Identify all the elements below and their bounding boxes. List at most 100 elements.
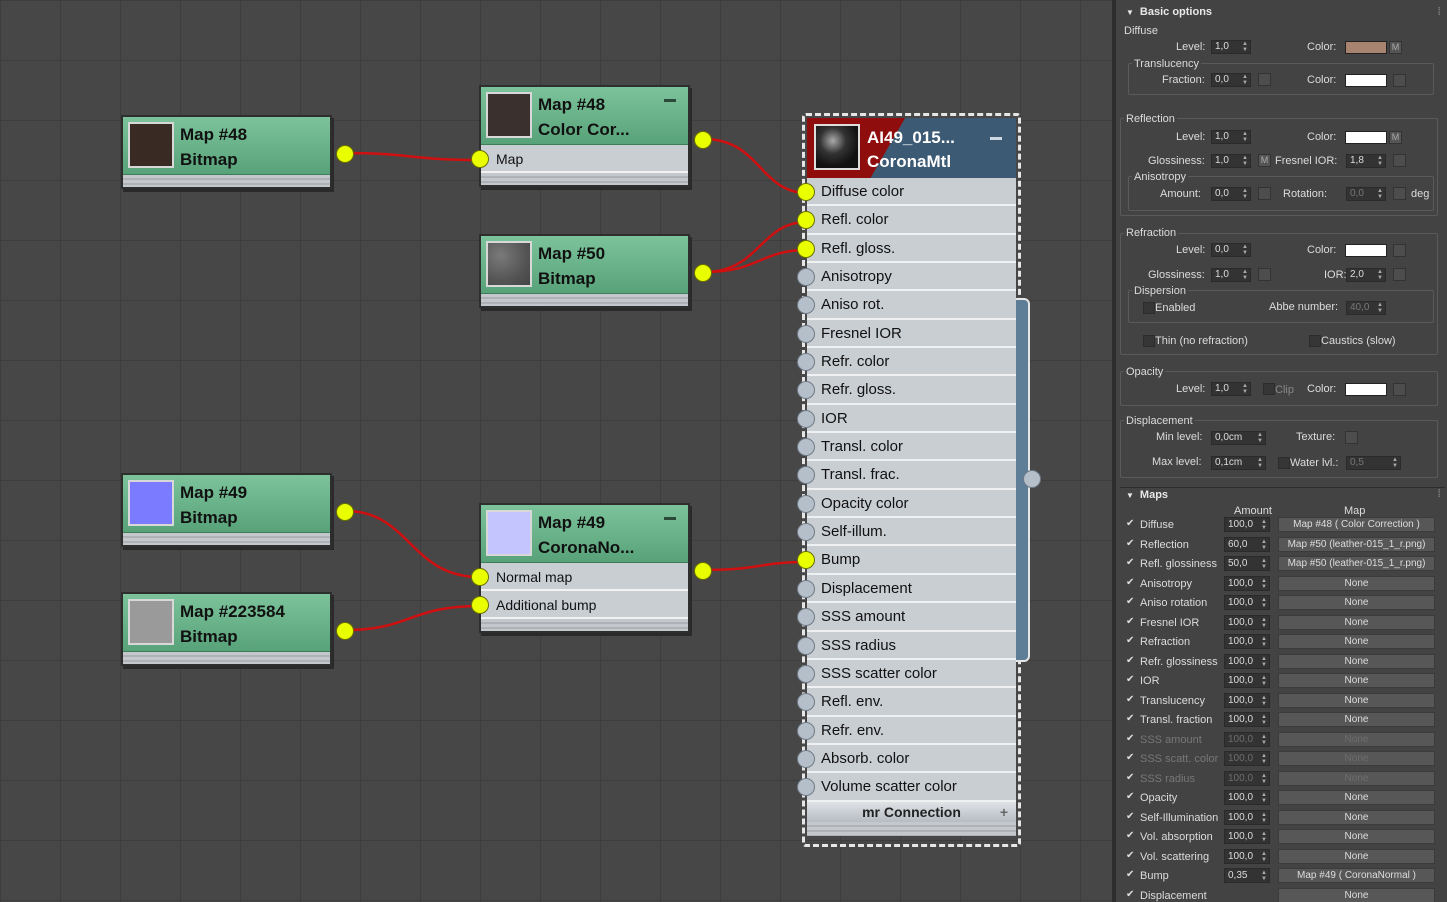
spinner-arrows-icon[interactable]: ▲ ▼: [1261, 812, 1267, 824]
opacity-map-button[interactable]: [1393, 383, 1406, 396]
material-slot[interactable]: Aniso rot.: [797, 291, 1016, 320]
map-slot-button[interactable]: None: [1278, 848, 1435, 864]
clip-checkbox[interactable]: [1263, 383, 1275, 395]
output-socket[interactable]: [694, 264, 712, 282]
map-slot-button[interactable]: None: [1278, 614, 1435, 630]
water-level-checkbox[interactable]: [1278, 457, 1290, 469]
spinner-arrows-icon[interactable]: ▲ ▼: [1261, 831, 1267, 843]
map-amount-spinner[interactable]: 60,0 ▲ ▼: [1224, 536, 1270, 552]
input-socket[interactable]: [471, 568, 489, 586]
material-slot[interactable]: Fresnel IOR: [797, 320, 1016, 349]
refraction-color-map-button[interactable]: [1393, 244, 1406, 257]
map-amount-spinner[interactable]: 50,0 ▲ ▼: [1224, 556, 1270, 571]
enable-checkbox[interactable]: ✔: [1126, 772, 1134, 783]
material-slot[interactable]: Volume scatter color: [797, 773, 1016, 802]
enable-checkbox[interactable]: ✔: [1126, 635, 1134, 646]
translucency-color-swatch[interactable]: [1345, 74, 1387, 87]
material-slot[interactable]: Anisotropy: [797, 263, 1016, 292]
expand-icon[interactable]: +: [1000, 802, 1008, 822]
map-amount-spinner[interactable]: 100,0 ▲ ▼: [1224, 692, 1270, 708]
spinner-arrows-icon[interactable]: ▲ ▼: [1242, 269, 1248, 281]
abbe-number-spinner[interactable]: 40,0 ▲ ▼: [1346, 301, 1386, 315]
map-amount-spinner[interactable]: 100,0 ▲ ▼: [1224, 575, 1270, 591]
input-socket[interactable]: [471, 150, 489, 168]
map-amount-spinner[interactable]: 100,0 ▲ ▼: [1224, 809, 1270, 825]
material-slot[interactable]: Displacement: [797, 575, 1016, 604]
enable-checkbox[interactable]: ✔: [1126, 733, 1134, 744]
input-socket[interactable]: [797, 608, 815, 627]
spinner-arrows-icon[interactable]: ▲ ▼: [1261, 851, 1267, 863]
enable-checkbox[interactable]: ✔: [1126, 811, 1134, 822]
rotation-map-button[interactable]: [1393, 187, 1406, 200]
enable-checkbox[interactable]: ✔: [1126, 655, 1134, 666]
material-slot[interactable]: Refr. color: [797, 348, 1016, 377]
displacement-min-spinner[interactable]: 0,0cm ▲ ▼: [1211, 431, 1266, 445]
input-socket[interactable]: [797, 523, 815, 542]
diffuse-level-spinner[interactable]: 1,0 ▲ ▼: [1211, 40, 1251, 54]
input-socket[interactable]: [797, 551, 815, 570]
map-amount-spinner[interactable]: 100,0 ▲ ▼: [1224, 751, 1270, 766]
spinner-arrows-icon[interactable]: ▲ ▼: [1261, 539, 1267, 551]
spinner-arrows-icon[interactable]: ▲ ▼: [1377, 155, 1383, 167]
ior-spinner[interactable]: 2,0 ▲ ▼: [1346, 268, 1386, 282]
fresnel-ior-spinner[interactable]: 1,8 ▲ ▼: [1346, 154, 1386, 168]
spinner-arrows-icon[interactable]: ▲ ▼: [1261, 753, 1267, 765]
displacement-max-spinner[interactable]: 0,1cm ▲ ▼: [1211, 456, 1266, 470]
map-slot-button[interactable]: None: [1278, 692, 1435, 708]
mr-connection-bar[interactable]: mr Connection +: [807, 801, 1016, 822]
spinner-arrows-icon[interactable]: ▲ ▼: [1257, 432, 1263, 444]
collapse-icon[interactable]: [664, 517, 676, 520]
map-slot-button[interactable]: None: [1278, 673, 1435, 688]
spinner-arrows-icon[interactable]: ▲ ▼: [1377, 302, 1383, 314]
output-socket[interactable]: [694, 131, 712, 149]
map-amount-spinner[interactable]: 100,0 ▲ ▼: [1224, 614, 1270, 630]
map-slot-button[interactable]: None: [1278, 595, 1435, 610]
spinner-arrows-icon[interactable]: ▲ ▼: [1261, 714, 1267, 726]
node-map48-bitmap[interactable]: Map #48 Bitmap: [121, 115, 354, 189]
map-slot-button[interactable]: None: [1278, 575, 1435, 591]
map-slot-button[interactable]: None: [1278, 790, 1435, 805]
enable-checkbox[interactable]: ✔: [1126, 752, 1134, 763]
refraction-level-spinner[interactable]: 0,0 ▲ ▼: [1211, 243, 1251, 257]
material-slot[interactable]: Refl. gloss.: [797, 235, 1016, 264]
input-socket[interactable]: [797, 494, 815, 513]
material-output-socket[interactable]: [1023, 470, 1041, 488]
material-slot[interactable]: Diffuse color: [797, 178, 1016, 207]
anisotropy-map-button[interactable]: [1258, 187, 1271, 200]
collapse-icon[interactable]: [990, 137, 1002, 140]
drag-handle-icon[interactable]: ⁞: [1437, 488, 1441, 500]
map-amount-spinner[interactable]: 100,0 ▲ ▼: [1224, 770, 1270, 786]
material-slot[interactable]: Self-illum.: [797, 518, 1016, 547]
collapse-icon[interactable]: [664, 99, 676, 102]
input-socket[interactable]: [471, 596, 489, 614]
caustics-checkbox[interactable]: [1309, 335, 1321, 347]
refraction-glossiness-spinner[interactable]: 1,0 ▲ ▼: [1211, 268, 1251, 282]
output-socket[interactable]: [694, 562, 712, 580]
enable-checkbox[interactable]: ✔: [1126, 518, 1134, 529]
enable-checkbox[interactable]: ✔: [1126, 557, 1134, 568]
map-amount-spinner[interactable]: 100,0 ▲ ▼: [1224, 731, 1270, 747]
input-socket[interactable]: [797, 749, 815, 768]
map-slot-button[interactable]: None: [1278, 770, 1435, 786]
ior-map-button[interactable]: [1393, 268, 1406, 281]
node-corona-material[interactable]: AI49_015... CoronaMtl Diffuse color Refl.…: [797, 113, 1041, 847]
map-amount-spinner[interactable]: 100,0 ▲ ▼: [1224, 653, 1270, 669]
anisotropy-amount-spinner[interactable]: 0,0 ▲ ▼: [1211, 187, 1251, 201]
enable-checkbox[interactable]: ✔: [1126, 889, 1134, 900]
drag-handle-icon[interactable]: ⁞: [1437, 6, 1441, 18]
map-amount-spinner[interactable]: 100,0 ▲ ▼: [1224, 517, 1270, 532]
map-slot-button[interactable]: None: [1278, 829, 1435, 844]
map-slot-button[interactable]: None: [1278, 751, 1435, 766]
slot-map[interactable]: Map: [471, 145, 688, 173]
spinner-arrows-icon[interactable]: ▲ ▼: [1242, 41, 1248, 53]
diffuse-map-button[interactable]: M: [1389, 41, 1402, 54]
map-amount-spinner[interactable]: 100,0 ▲ ▼: [1224, 595, 1270, 610]
opacity-color-swatch[interactable]: [1345, 383, 1387, 396]
map-amount-spinner[interactable]: 100,0 ▲ ▼: [1224, 848, 1270, 864]
reflection-glossiness-spinner[interactable]: 1,0 ▲ ▼: [1211, 154, 1251, 168]
enable-checkbox[interactable]: ✔: [1126, 577, 1134, 588]
input-socket[interactable]: [797, 636, 815, 655]
input-socket[interactable]: [797, 353, 815, 372]
output-socket[interactable]: [336, 503, 354, 521]
input-socket[interactable]: [797, 239, 815, 258]
